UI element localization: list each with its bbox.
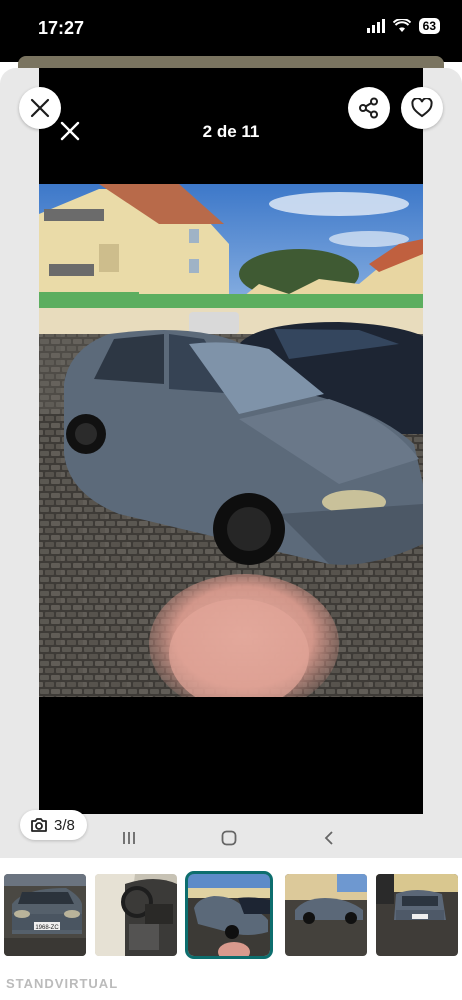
signal-icon xyxy=(366,19,385,33)
camera-icon xyxy=(31,818,47,832)
recents-icon xyxy=(123,832,135,844)
thumbnail-2[interactable] xyxy=(95,874,177,956)
share-icon xyxy=(359,97,378,119)
main-photo[interactable] xyxy=(39,184,423,697)
back-button[interactable] xyxy=(317,826,341,850)
background-photo-peek xyxy=(18,56,444,68)
close-icon xyxy=(30,98,50,118)
home-icon xyxy=(221,830,237,846)
status-icons: 63 xyxy=(366,18,440,34)
back-icon xyxy=(324,831,333,845)
share-button[interactable] xyxy=(348,87,390,129)
status-time: 17:27 xyxy=(38,18,85,38)
thumbnail-3-active[interactable] xyxy=(185,871,273,959)
thumbnail-1[interactable]: 1968-ZC xyxy=(4,874,86,956)
thumbnail-4[interactable] xyxy=(285,874,367,956)
favorite-button[interactable] xyxy=(401,87,443,129)
photo-count-badge[interactable]: 3/8 xyxy=(20,810,87,840)
wifi-icon xyxy=(392,19,411,32)
thumbnail-5[interactable] xyxy=(376,874,458,956)
car-photo xyxy=(39,184,423,697)
battery-indicator: 63 xyxy=(418,18,440,34)
status-bar: 17:27 63 xyxy=(0,0,462,62)
watermark: STANDVIRTUAL xyxy=(6,976,119,991)
photo-count-label: 3/8 xyxy=(54,816,75,834)
recents-button[interactable] xyxy=(117,826,141,850)
heart-icon xyxy=(411,98,433,118)
thumbnail-strip: 1968-ZC xyxy=(0,858,462,968)
close-button[interactable] xyxy=(19,87,61,129)
thumb-plate: 1968-ZC xyxy=(35,925,59,931)
home-button[interactable] xyxy=(217,826,241,850)
